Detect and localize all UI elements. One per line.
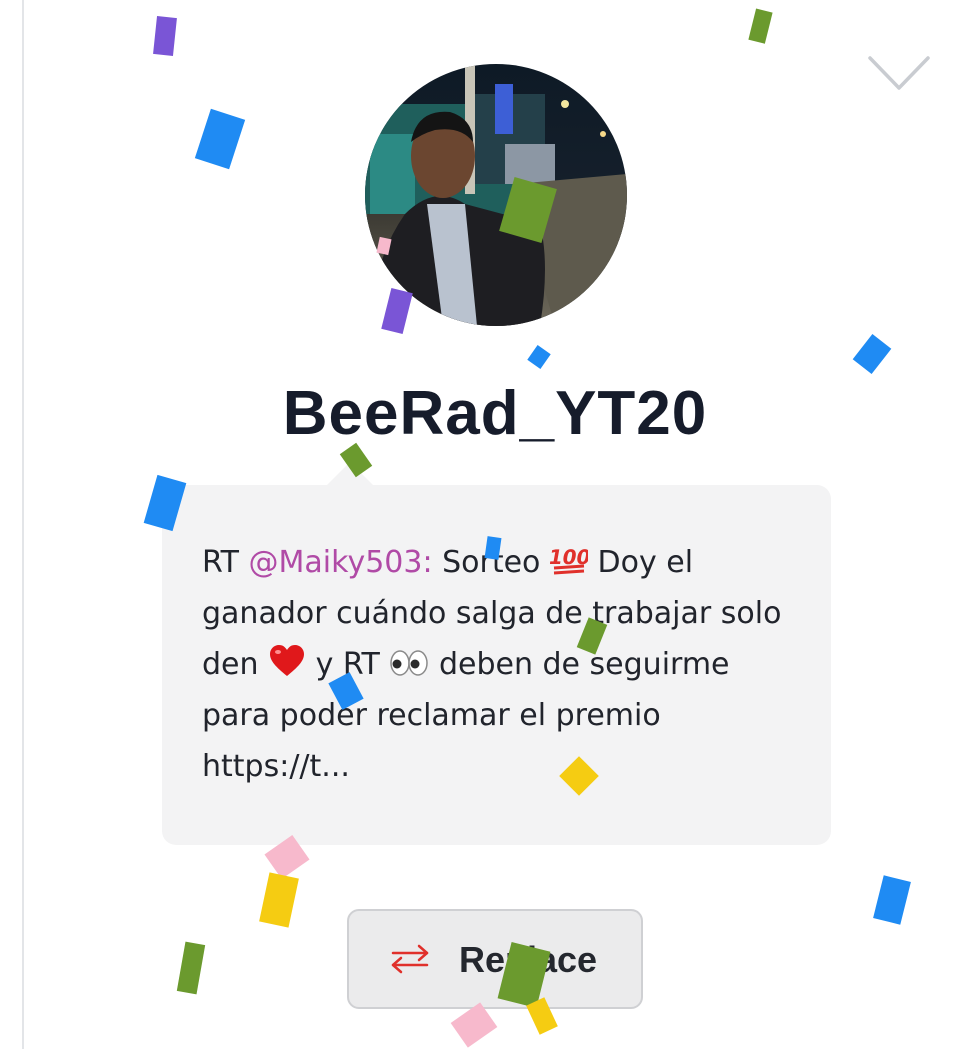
- heart-icon: [268, 644, 306, 678]
- replace-button[interactable]: Replace: [347, 909, 643, 1009]
- bubble-tail: [326, 462, 374, 486]
- tweet-text: RT @Maiky503: Sorteo 100 Doy el ganador …: [202, 537, 802, 792]
- replace-label: Replace: [459, 939, 598, 980]
- swap-arrows-icon: [391, 944, 429, 974]
- hundred-points-icon: 100: [550, 544, 588, 576]
- tweet-bubble: RT @Maiky503: Sorteo 100 Doy el ganador …: [162, 485, 831, 845]
- eyes-icon: [389, 648, 429, 678]
- tweet-mention[interactable]: @Maiky503:: [249, 545, 433, 580]
- tweet-prefix: RT: [202, 545, 249, 580]
- tweet-segment: y RT: [306, 647, 390, 682]
- winner-username: BeeRad_YT20: [282, 379, 708, 448]
- chevron-down-icon[interactable]: [866, 52, 932, 96]
- giveaway-winner-page: BeeRad_YT20 RT @Maiky503: Sorteo 100 Doy…: [0, 0, 962, 1049]
- avatar: [365, 64, 627, 326]
- tweet-segment: Sorteo: [432, 545, 550, 580]
